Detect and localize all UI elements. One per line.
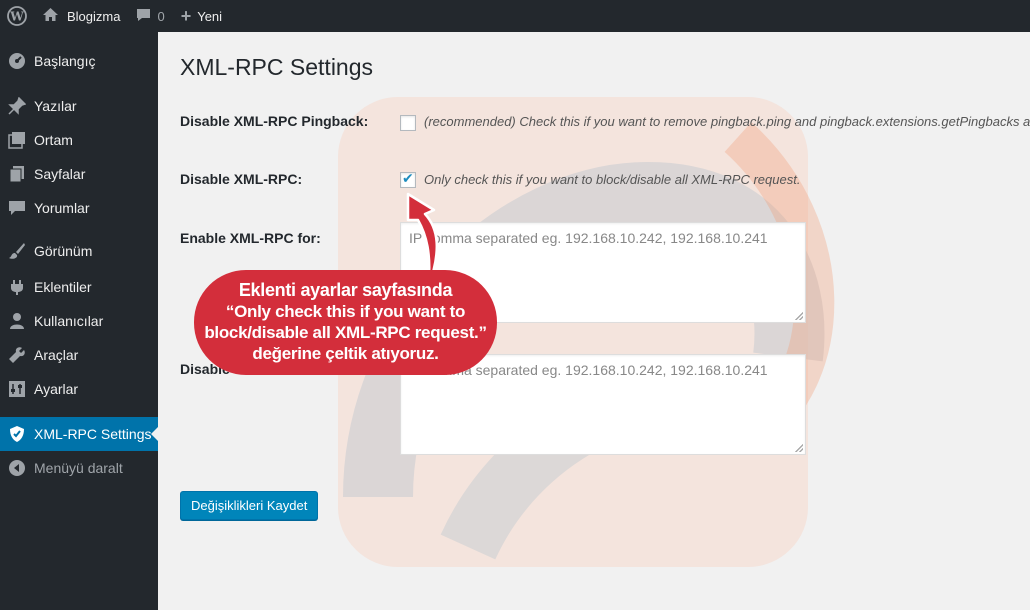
collapse-menu-label: Menüyü daralt: [34, 460, 123, 476]
pingback-label: Disable XML-RPC Pingback:: [180, 113, 369, 129]
page-title: XML-RPC Settings: [180, 54, 374, 80]
sidebar-item-settings[interactable]: Ayarlar: [0, 372, 158, 406]
comments-link[interactable]: 0: [128, 0, 172, 32]
admin-bar: W Blogizma 0 + Yeni: [0, 0, 1030, 32]
site-name-link[interactable]: Blogizma: [34, 0, 128, 32]
media-icon: [0, 131, 34, 149]
plus-icon: +: [180, 6, 192, 26]
collapse-arrow-icon: [0, 459, 34, 477]
textarea-placeholder: IP comma separated eg. 192.168.10.242, 1…: [409, 230, 768, 246]
sidebar-item-posts[interactable]: Yazılar: [0, 89, 158, 123]
settings-icon: [0, 380, 34, 398]
sidebar-item-label: Yazılar: [34, 98, 77, 114]
new-label: Yeni: [197, 8, 223, 24]
wordpress-logo-icon[interactable]: W: [0, 0, 34, 32]
home-icon: [42, 7, 59, 25]
sidebar-item-users[interactable]: Kullanıcılar: [0, 304, 158, 338]
disable-xmlrpc-label: Disable XML-RPC:: [180, 171, 303, 187]
sidebar-item-label: Başlangıç: [34, 53, 96, 69]
dashboard-icon: [0, 52, 34, 70]
callout-line: Eklenti ayarlar sayfasında: [238, 280, 453, 300]
sidebar-item-appearance[interactable]: Görünüm: [0, 234, 158, 268]
annotation-callout: Eklenti ayarlar sayfasında “Only check t…: [194, 270, 497, 375]
disable-xmlrpc-description: Only check this if you want to block/dis…: [424, 172, 801, 187]
sidebar-item-label: Sayfalar: [34, 166, 86, 182]
save-changes-button[interactable]: Değişiklikleri Kaydet: [180, 491, 319, 520]
svg-text:W: W: [9, 10, 24, 24]
admin-sidebar: Başlangıç Yazılar Ortam Sayfalar Yorumla…: [0, 32, 158, 610]
pin-icon: [0, 97, 34, 115]
sidebar-item-plugins[interactable]: Eklentiler: [0, 270, 158, 304]
sidebar-item-label: Ayarlar: [34, 381, 79, 397]
callout-line: “Only check this if you want to: [225, 302, 466, 321]
sidebar-item-label: XML-RPC Settings: [34, 426, 152, 442]
disable-xmlrpc-checkbox[interactable]: [400, 170, 416, 188]
sidebar-item-label: Kullanıcılar: [34, 313, 104, 329]
pages-icon: [0, 165, 34, 183]
sidebar-item-label: Eklentiler: [34, 279, 92, 295]
enable-xmlrpc-for-label: Enable XML-RPC for:: [180, 230, 321, 246]
resize-handle-icon[interactable]: [795, 444, 803, 452]
user-icon: [0, 312, 34, 330]
plugin-icon: [0, 278, 34, 296]
comment-icon: [0, 199, 34, 217]
sidebar-item-pages[interactable]: Sayfalar: [0, 157, 158, 191]
comments-count: 0: [157, 8, 165, 24]
sidebar-item-label: Yorumlar: [34, 200, 90, 216]
disable-pingback-checkbox[interactable]: [400, 115, 416, 131]
sidebar-item-xmlrpc-settings[interactable]: XML-RPC Settings: [0, 417, 158, 451]
sidebar-item-tools[interactable]: Araçlar: [0, 338, 158, 372]
sidebar-item-label: Ortam: [34, 132, 73, 148]
sidebar-item-dashboard[interactable]: Başlangıç: [0, 44, 158, 78]
comment-icon: [136, 8, 151, 25]
pingback-description: (recommended) Check this if you want to …: [424, 114, 1030, 129]
brush-icon: [0, 242, 34, 260]
wrench-icon: [0, 346, 34, 364]
resize-handle-icon[interactable]: [795, 312, 803, 320]
collapse-menu-button[interactable]: Menüyü daralt: [0, 451, 158, 485]
site-name-label: Blogizma: [67, 8, 121, 24]
callout-line: değerine çeltik atıyoruz.: [252, 344, 439, 363]
sidebar-item-comments[interactable]: Yorumlar: [0, 191, 158, 225]
sidebar-item-media[interactable]: Ortam: [0, 123, 158, 157]
shield-icon: [0, 425, 34, 443]
sidebar-item-label: Görünüm: [34, 243, 93, 259]
callout-line: block/disable all XML-RPC request.”: [204, 323, 487, 342]
sidebar-item-label: Araçlar: [34, 347, 79, 363]
new-content-link[interactable]: + Yeni: [173, 0, 230, 32]
